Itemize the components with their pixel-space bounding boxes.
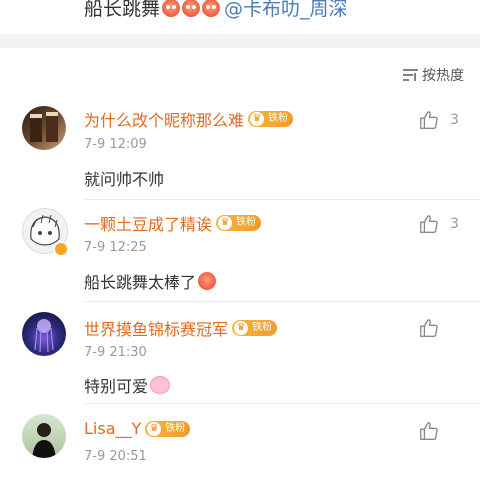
username[interactable]: 世界摸鱼锦标赛冠军 bbox=[84, 316, 228, 340]
comment-text-content: 船长跳舞太棒了 bbox=[84, 273, 197, 292]
avatar[interactable] bbox=[22, 414, 66, 458]
like-button[interactable] bbox=[418, 317, 440, 339]
comment-header: 为什么改个昵称那么难 ♛ 铁粉 bbox=[84, 107, 294, 131]
post-content: 船长跳舞 @卡布叻_周深 bbox=[0, 0, 480, 34]
comment-text: 就问帅不帅 bbox=[84, 170, 165, 189]
crown-icon: ♛ bbox=[234, 321, 249, 335]
crown-icon: ♛ bbox=[147, 421, 162, 436]
like-button[interactable] bbox=[418, 420, 440, 442]
comment-time: 7-9 20:51 bbox=[84, 449, 147, 464]
comment-header: 世界摸鱼锦标赛冠军 ♛ 铁粉 bbox=[84, 316, 278, 340]
comment-text: 特别可爱 bbox=[84, 373, 171, 397]
comment-item: 为什么改个昵称那么难 ♛ 铁粉 7-9 12:09 就问帅不帅 3 bbox=[0, 98, 480, 200]
comment-text: 船长跳舞太棒了 bbox=[84, 269, 217, 293]
avatar[interactable] bbox=[22, 312, 66, 356]
fan-badge-label: 铁粉 bbox=[165, 422, 186, 434]
fan-badge-label: 铁粉 bbox=[252, 322, 273, 333]
comment-text-content: 特别可爱 bbox=[84, 377, 149, 396]
section-divider bbox=[0, 34, 480, 48]
like-count: 3 bbox=[450, 112, 459, 128]
comment-time: 7-9 12:25 bbox=[84, 240, 147, 255]
thumbs-up-icon bbox=[420, 215, 438, 233]
sort-icon bbox=[403, 69, 418, 81]
comment-item: 一颗土豆成了精诶 ♛ 铁粉 7-9 12:25 船长跳舞太棒了 3 bbox=[0, 200, 480, 302]
emoji-icon bbox=[198, 272, 217, 290]
comment-time: 7-9 12:09 bbox=[84, 137, 147, 152]
crown-icon: ♛ bbox=[250, 112, 265, 126]
mention-link[interactable]: @卡布叻_周深 bbox=[224, 0, 348, 21]
username[interactable]: 一颗土豆成了精诶 bbox=[84, 211, 212, 235]
comment-header: Lisa__Y ♛ 铁粉 bbox=[84, 419, 191, 438]
post-text-prefix: 船长跳舞 bbox=[84, 0, 161, 20]
sort-label: 按热度 bbox=[422, 68, 464, 84]
thumbs-up-icon bbox=[420, 111, 438, 129]
comment-item: 世界摸鱼锦标赛冠军 ♛ 铁粉 7-9 21:30 特别可爱 bbox=[0, 302, 480, 404]
post-text: 船长跳舞 @卡布叻_周深 bbox=[84, 0, 348, 21]
avatar-image bbox=[30, 112, 58, 142]
verified-icon bbox=[54, 242, 68, 256]
emoji-icon bbox=[162, 0, 181, 17]
username[interactable]: Lisa__Y bbox=[84, 419, 141, 438]
avatar-image bbox=[32, 423, 56, 458]
comment-time: 7-9 21:30 bbox=[84, 345, 147, 360]
fan-badge: ♛ 铁粉 bbox=[145, 420, 191, 437]
sort-bar: 按热度 bbox=[0, 48, 480, 98]
like-button[interactable]: 3 bbox=[418, 213, 459, 235]
crown-icon: ♛ bbox=[218, 216, 233, 230]
avatar[interactable] bbox=[22, 106, 66, 150]
comment-header: 一颗土豆成了精诶 ♛ 铁粉 bbox=[84, 211, 262, 235]
like-count: 3 bbox=[450, 216, 459, 232]
fan-badge-label: 铁粉 bbox=[236, 217, 257, 228]
comment-item: Lisa__Y ♛ 铁粉 7-9 20:51 bbox=[0, 404, 480, 480]
emoji-icon bbox=[182, 0, 201, 17]
sort-by-hot-button[interactable]: 按热度 bbox=[403, 65, 464, 85]
pig-emoji-icon bbox=[150, 376, 171, 394]
like-button[interactable]: 3 bbox=[418, 109, 459, 131]
thumbs-up-icon bbox=[420, 319, 438, 337]
avatar-image bbox=[34, 319, 54, 353]
emoji-icon bbox=[202, 0, 221, 17]
fan-badge: ♛ 铁粉 bbox=[232, 320, 278, 336]
thumbs-up-icon bbox=[420, 422, 438, 440]
emoji-group bbox=[162, 0, 222, 17]
fan-badge-label: 铁粉 bbox=[268, 113, 289, 124]
username[interactable]: 为什么改个昵称那么难 bbox=[84, 107, 244, 131]
fan-badge: ♛ 铁粉 bbox=[248, 111, 294, 127]
fan-badge: ♛ 铁粉 bbox=[216, 215, 262, 231]
